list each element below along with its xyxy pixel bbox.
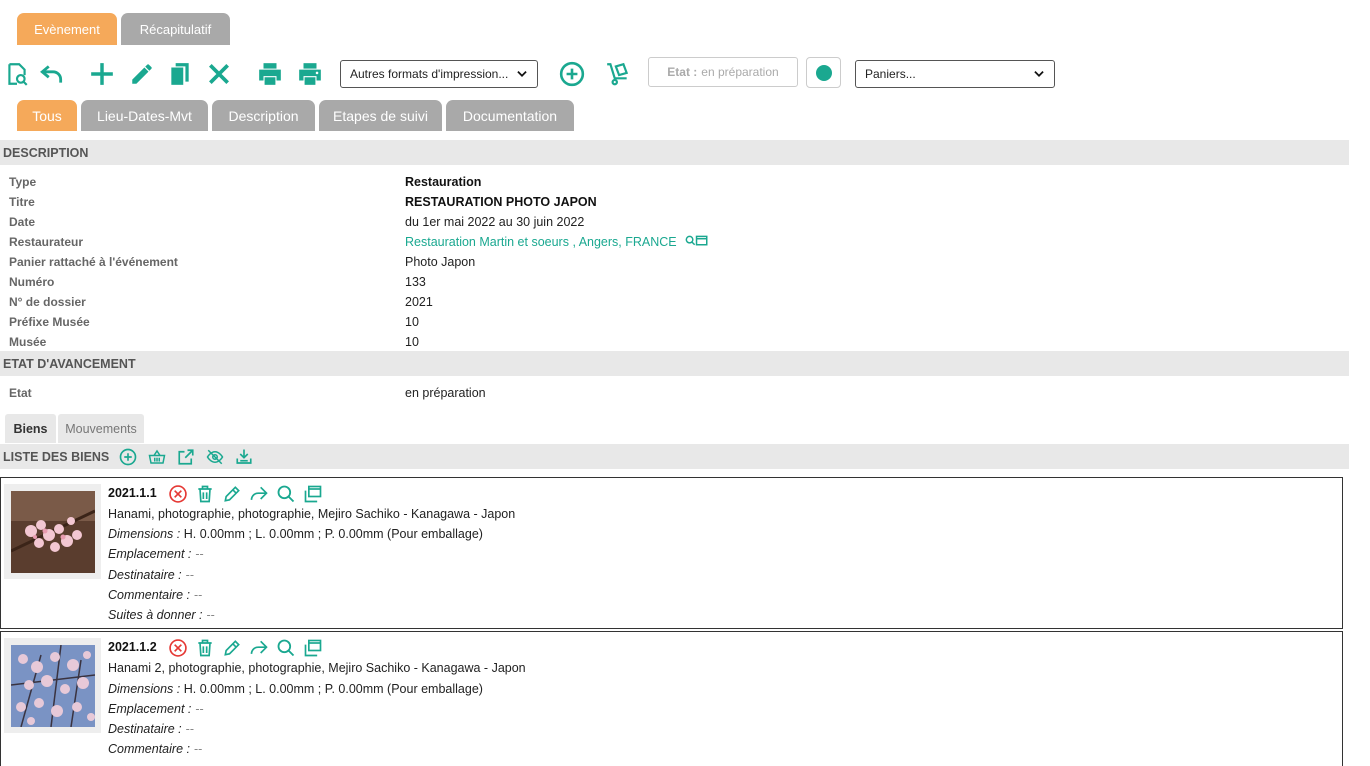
print-formats-select-label: Autres formats d'impression... — [350, 67, 509, 81]
print-icon[interactable] — [256, 60, 284, 88]
tab-documentation[interactable]: Documentation — [446, 100, 574, 131]
duplicate-icon[interactable] — [166, 60, 194, 88]
tab-biens[interactable]: Biens — [5, 414, 56, 443]
edit-icon[interactable] — [221, 483, 242, 504]
paniers-select-label: Paniers... — [865, 67, 916, 81]
value-panier: Photo Japon — [405, 255, 476, 269]
paniers-select[interactable]: Paniers... — [855, 60, 1055, 88]
label-panier: Panier rattaché à l'événement — [9, 255, 178, 269]
search-icon[interactable] — [275, 483, 296, 504]
bien-destinataire: Destinataire : -- — [108, 722, 194, 736]
value-date: du 1er mai 2022 au 30 juin 2022 — [405, 215, 585, 229]
bien-description: Hanami 2, photographie, photographie, Me… — [108, 661, 526, 675]
basket-icon[interactable] — [148, 448, 166, 466]
search-icon[interactable] — [275, 637, 296, 658]
close-icon[interactable] — [205, 60, 233, 88]
value-etat: en préparation — [405, 386, 486, 400]
description-section-header: DESCRIPTION — [0, 140, 1349, 165]
status-label: Etat : — [667, 65, 698, 79]
bien-destinataire: Destinataire : -- — [108, 568, 194, 582]
status-circle-button[interactable] — [806, 57, 841, 88]
bien-thumbnail[interactable] — [4, 638, 101, 733]
bien-code: 2021.1.2 — [108, 640, 157, 654]
tab-lieu-dates-mvt[interactable]: Lieu-Dates-Mvt — [81, 100, 208, 131]
label-musee: Musée — [9, 335, 47, 349]
tab-recapitulatif[interactable]: Récapitulatif — [121, 13, 230, 45]
liste-biens-title: LISTE DES BIENS — [3, 449, 110, 464]
windows-icon[interactable] — [302, 483, 323, 504]
print-alt-icon[interactable] — [296, 60, 324, 88]
bien-dimensions: Dimensions : H. 0.00mm ; L. 0.00mm ; P. … — [108, 527, 483, 541]
external-link-icon[interactable] — [177, 448, 195, 466]
edit-icon[interactable] — [221, 637, 242, 658]
trash-icon[interactable] — [194, 483, 215, 504]
search-document-icon[interactable] — [3, 60, 31, 88]
value-prefixe-musee: 10 — [405, 315, 419, 329]
bien-suites: Suites à donner : -- — [108, 608, 215, 622]
undo-icon[interactable] — [38, 60, 66, 88]
liste-biens-header: LISTE DES BIENS — [0, 444, 1349, 469]
value-musee: 10 — [405, 335, 419, 349]
tab-mouvements[interactable]: Mouvements — [58, 414, 144, 443]
bien-emplacement: Emplacement : -- — [108, 547, 204, 561]
bien-card: 2021.1.1 Hanami, photographie, photograp… — [0, 477, 1343, 629]
label-dossier: N° de dossier — [9, 295, 86, 309]
label-restaurateur: Restaurateur — [9, 235, 84, 249]
label-type: Type — [9, 175, 37, 189]
share-icon[interactable] — [248, 483, 269, 504]
avancement-section-header: ETAT D'AVANCEMENT — [0, 351, 1349, 376]
value-titre: RESTAURATION PHOTO JAPON — [405, 195, 597, 209]
bien-commentaire: Commentaire : -- — [108, 588, 203, 602]
bien-dimensions: Dimensions : H. 0.00mm ; L. 0.00mm ; P. … — [108, 682, 483, 696]
add-circle-icon[interactable] — [558, 60, 586, 88]
label-prefixe-musee: Préfixe Musée — [9, 315, 90, 329]
remove-circle-icon[interactable] — [167, 637, 188, 658]
value-type: Restauration — [405, 175, 482, 189]
value-dossier: 2021 — [405, 295, 433, 309]
label-titre: Titre — [9, 195, 35, 209]
tab-tous[interactable]: Tous — [17, 100, 77, 131]
label-etat: Etat — [9, 386, 32, 400]
bien-thumbnail[interactable] — [4, 484, 101, 579]
status-value: en préparation — [701, 65, 779, 79]
tab-description[interactable]: Description — [212, 100, 315, 131]
search-window-icon[interactable] — [684, 235, 710, 248]
restaurateur-link[interactable]: Restauration Martin et soeurs , Angers, … — [405, 235, 677, 249]
label-date: Date — [9, 215, 36, 229]
chevron-down-icon — [1034, 71, 1044, 77]
bien-card: 2021.1.2 Hanami 2, photographie, photogr… — [0, 631, 1343, 766]
eye-off-icon[interactable] — [206, 448, 224, 466]
windows-icon[interactable] — [302, 637, 323, 658]
print-formats-select[interactable]: Autres formats d'impression... — [340, 60, 538, 88]
remove-circle-icon[interactable] — [167, 483, 188, 504]
add-icon[interactable] — [88, 60, 116, 88]
chevron-down-icon — [517, 71, 527, 77]
download-icon[interactable] — [235, 448, 253, 466]
trash-icon[interactable] — [194, 637, 215, 658]
tab-etapes-de-suivi[interactable]: Etapes de suivi — [319, 100, 442, 131]
tab-evenement[interactable]: Evènement — [17, 13, 117, 45]
bien-commentaire: Commentaire : -- — [108, 742, 203, 756]
value-restaurateur: Restauration Martin et soeurs , Angers, … — [405, 235, 710, 249]
add-circle-icon[interactable] — [119, 448, 137, 466]
edit-icon[interactable] — [128, 60, 156, 88]
status-circle-icon — [815, 64, 832, 81]
status-field: Etat : en préparation — [648, 57, 798, 87]
value-numero: 133 — [405, 275, 426, 289]
dolly-icon[interactable] — [604, 60, 632, 88]
bien-code: 2021.1.1 — [108, 486, 157, 500]
label-numero: Numéro — [9, 275, 55, 289]
bien-emplacement: Emplacement : -- — [108, 702, 204, 716]
bien-description: Hanami, photographie, photographie, Meji… — [108, 507, 516, 521]
share-icon[interactable] — [248, 637, 269, 658]
